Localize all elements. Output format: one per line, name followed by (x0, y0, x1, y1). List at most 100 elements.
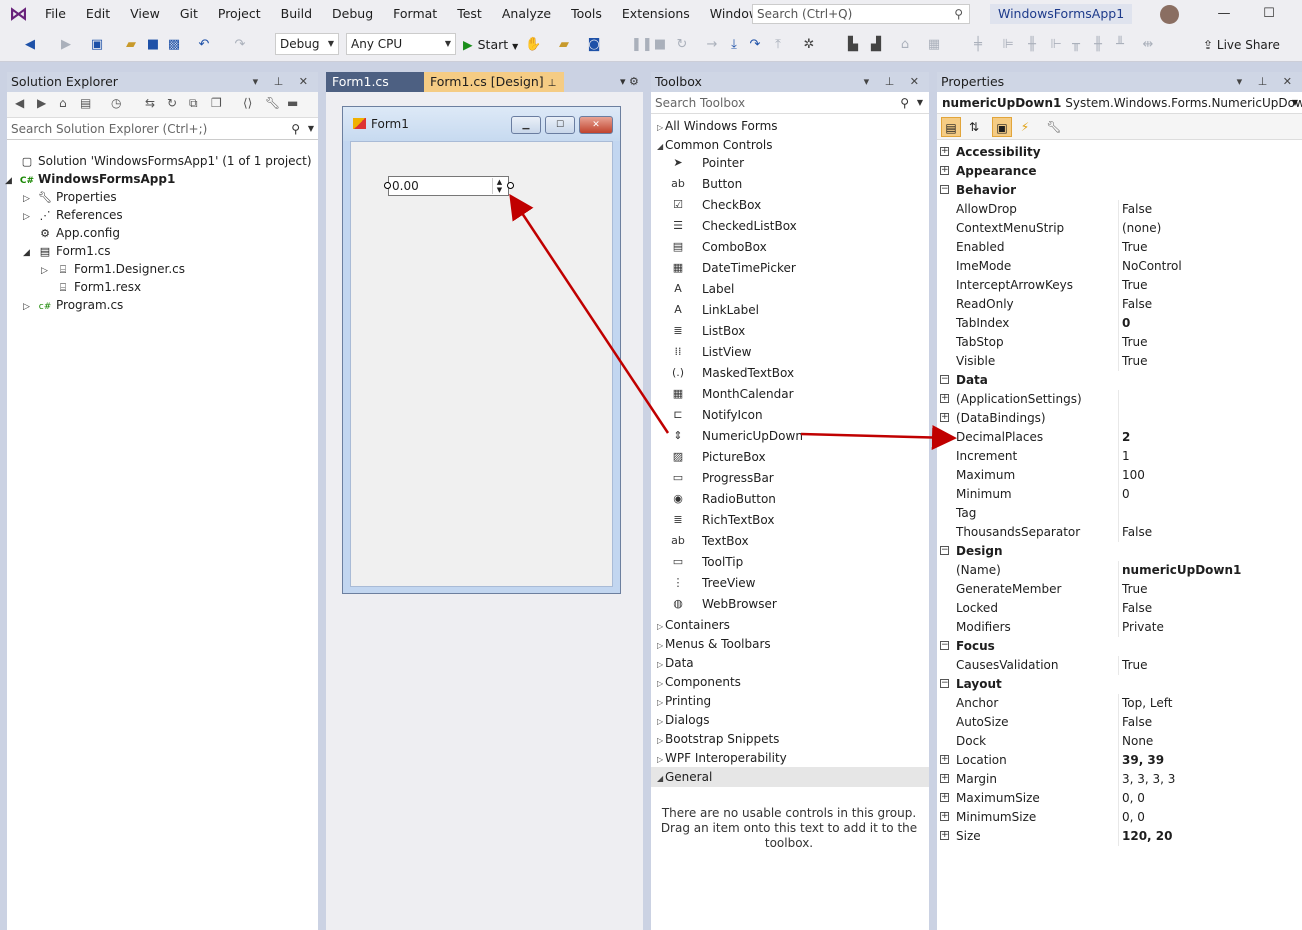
avatar[interactable] (1160, 5, 1179, 24)
property-value[interactable]: False (1122, 713, 1152, 732)
property-row[interactable]: Tag (937, 504, 1302, 523)
menu-tools[interactable]: Tools (561, 0, 612, 28)
property-row[interactable]: Increment 1 (937, 447, 1302, 466)
property-value[interactable]: 1 (1122, 447, 1130, 466)
property-value[interactable]: 120, 20 (1122, 827, 1172, 846)
property-value[interactable]: True (1122, 580, 1148, 599)
toolbox-item[interactable]: ab TextBox (651, 531, 929, 551)
switch-views-icon[interactable]: ▤ (80, 96, 91, 110)
toolbox-group[interactable]: ▷ WPF Interoperability (651, 748, 929, 768)
collapse-icon[interactable]: − (940, 641, 949, 650)
align-vertical-icon[interactable]: ╫ (1090, 35, 1106, 55)
toolbox-group[interactable]: ▷ Containers (651, 615, 929, 635)
pending-changes-icon[interactable]: ◷ (111, 96, 121, 110)
undo-icon[interactable]: ↶ (196, 35, 212, 55)
property-category[interactable]: − Data (937, 371, 1302, 390)
menu-test[interactable]: Test (447, 0, 492, 28)
configuration-select[interactable]: Debug ▼ (275, 33, 339, 55)
collapse-icon[interactable]: − (940, 679, 949, 688)
align-right-icon[interactable]: ⊩ (1048, 35, 1064, 55)
property-value[interactable]: Top, Left (1122, 694, 1172, 713)
open-folder-icon[interactable]: ▰ (122, 35, 140, 55)
stop-icon[interactable]: ■ (653, 35, 667, 55)
toolbox-item[interactable]: ⇕ NumericUpDown (651, 426, 929, 446)
property-value[interactable]: Private (1122, 618, 1164, 637)
align-icon[interactable]: ▙ (845, 35, 861, 55)
visual-studio-logo-icon[interactable]: ⋈ (9, 3, 35, 25)
spin-buttons[interactable]: ▲ ▼ (492, 178, 506, 194)
property-row[interactable]: Locked False (937, 599, 1302, 618)
toolbox-group[interactable]: ▷ Bootstrap Snippets (651, 729, 929, 749)
property-row[interactable]: ReadOnly False (937, 295, 1302, 314)
property-row[interactable]: Modifiers Private (937, 618, 1302, 637)
property-row[interactable]: (Name) numericUpDown1 (937, 561, 1302, 580)
toolbox-group[interactable]: ▷ All Windows Forms (651, 116, 929, 136)
property-value[interactable]: False (1122, 200, 1152, 219)
property-value[interactable]: 0 (1122, 485, 1130, 504)
property-value[interactable]: 3, 3, 3, 3 (1122, 770, 1175, 789)
expand-icon[interactable]: + (940, 166, 949, 175)
expand-arrow-icon[interactable]: ◢ (5, 172, 19, 190)
property-row[interactable]: Minimum 0 (937, 485, 1302, 504)
tab-form1-design[interactable]: Form1.cs [Design] ⊥ ✕ (424, 72, 564, 111)
tree-item[interactable]: ◢ ▤ Form1.cs (23, 242, 111, 260)
expand-icon[interactable]: + (940, 774, 949, 783)
align-middle-icon[interactable]: ╫ (1024, 35, 1040, 55)
property-value[interactable]: True (1122, 352, 1148, 371)
property-value[interactable]: None (1122, 732, 1153, 751)
property-value[interactable]: True (1122, 333, 1148, 352)
sync-icon[interactable]: ⇆ (145, 96, 155, 110)
spacing-icon[interactable]: ⇹ (1140, 35, 1156, 55)
toolbox-item[interactable]: ▭ ToolTip (651, 552, 929, 572)
collapse-icon[interactable]: − (940, 546, 949, 555)
property-row[interactable]: Anchor Top, Left (937, 694, 1302, 713)
menu-project[interactable]: Project (208, 0, 271, 28)
alphabetical-icon[interactable]: ⇅ (964, 117, 984, 137)
menu-git[interactable]: Git (170, 0, 208, 28)
new-project-icon[interactable]: ▣ (88, 35, 106, 55)
property-row[interactable]: + MaximumSize 0, 0 (937, 789, 1302, 808)
search-input[interactable]: Search (Ctrl+Q) ⚲ (752, 4, 970, 24)
property-row[interactable]: Maximum 100 (937, 466, 1302, 485)
collapse-all-icon[interactable]: ⧉ (189, 96, 198, 111)
form-minimize-button[interactable]: ▁ (511, 116, 541, 134)
toolbox-item[interactable]: A LinkLabel (651, 300, 929, 320)
property-row[interactable]: Enabled True (937, 238, 1302, 257)
panel-header-buttons[interactable]: ▾ ⊥ ✕ (864, 72, 925, 92)
minimize-window-button[interactable]: — (1214, 4, 1234, 24)
toolbox-group[interactable]: ▷ Menus & Toolbars (651, 634, 929, 654)
solution-search-input[interactable]: Search Solution Explorer (Ctrl+;) ⚲ ▼ (7, 118, 318, 140)
toolbox-group[interactable]: ◢ General (651, 767, 929, 787)
property-category[interactable]: − Behavior (937, 181, 1302, 200)
collapse-icon[interactable]: − (940, 375, 949, 384)
properties-view-icon[interactable]: ▣ (992, 117, 1012, 137)
align-top-icon[interactable]: ╥ (1068, 35, 1084, 55)
toolbox-group[interactable]: ◢ Common Controls (651, 135, 929, 155)
expand-arrow-icon[interactable]: ◢ (23, 244, 37, 262)
restart-icon[interactable]: ↻ (675, 35, 689, 55)
property-row[interactable]: ContextMenuStrip (none) (937, 219, 1302, 238)
back-icon[interactable]: ◀ (22, 35, 38, 55)
toolbox-item[interactable]: A Label (651, 279, 929, 299)
menu-file[interactable]: File (35, 0, 76, 28)
live-share-button[interactable]: ⇪ Live Share (1203, 35, 1280, 55)
property-value[interactable]: True (1122, 238, 1148, 257)
toolbox-item[interactable]: ≣ RichTextBox (651, 510, 929, 530)
menu-debug[interactable]: Debug (322, 0, 383, 28)
toolbox-search-input[interactable]: Search Toolbox ⚲ ▼ (651, 92, 929, 114)
property-row[interactable]: + MinimumSize 0, 0 (937, 808, 1302, 827)
toolbox-item[interactable]: ▦ DateTimePicker (651, 258, 929, 278)
toolbox-item[interactable]: (.) MaskedTextBox (651, 363, 929, 383)
tree-item[interactable]: ⚙ App.config (23, 224, 120, 242)
toolbox-item[interactable]: ab Button (651, 174, 929, 194)
show-next-statement-icon[interactable]: → (705, 35, 719, 55)
toolbox-item[interactable]: ☰ CheckedListBox (651, 216, 929, 236)
property-value[interactable]: 0, 0 (1122, 808, 1145, 827)
show-all-files-icon[interactable]: ❐ (211, 96, 222, 110)
refresh-icon[interactable]: ↻ (167, 96, 177, 110)
property-row[interactable]: AllowDrop False (937, 200, 1302, 219)
panel-header-buttons[interactable]: ▾ ⊥ ✕ (1237, 72, 1298, 92)
toolbox-item[interactable]: ≣ ListBox (651, 321, 929, 341)
menu-edit[interactable]: Edit (76, 0, 120, 28)
toolbox-item[interactable]: ⊏ NotifyIcon (651, 405, 929, 425)
